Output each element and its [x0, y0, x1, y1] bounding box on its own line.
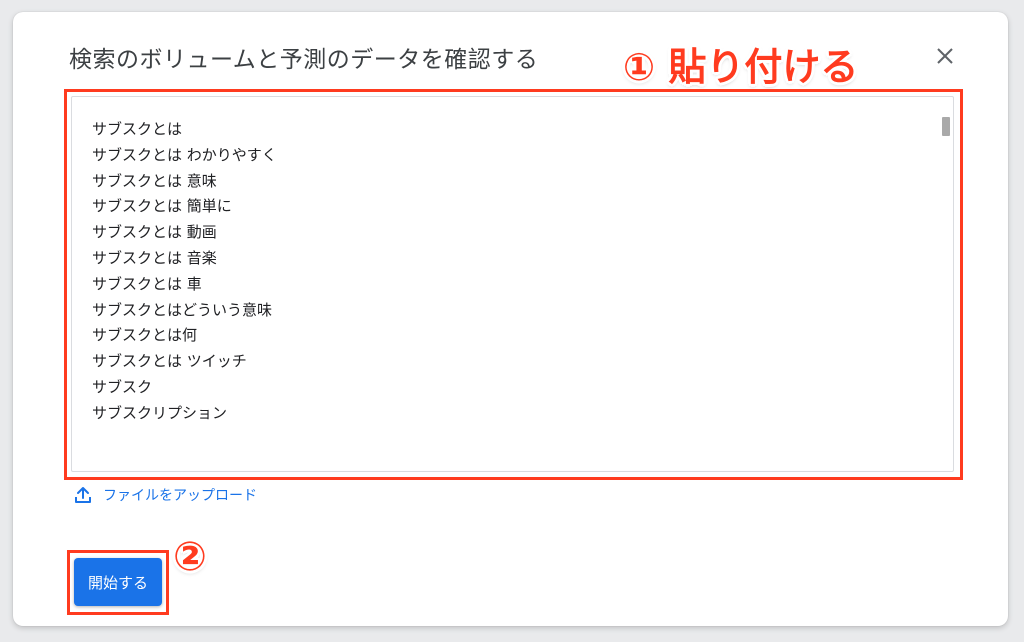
upload-file-label: ファイルをアップロード	[103, 488, 257, 504]
keyword-line: サブスクとは 車	[92, 274, 202, 293]
keyword-line: サブスクとは わかりやすく	[92, 145, 277, 164]
upload-file-link[interactable]: ファイルをアップロード	[73, 484, 257, 506]
annotation-step-2: ②	[173, 534, 207, 580]
keyword-line: サブスクとは 動画	[92, 223, 217, 242]
dialog-title: 検索のボリュームと予測のデータを確認する	[69, 47, 539, 73]
keyword-line: サブスクとは 簡単に	[92, 197, 232, 216]
keyword-line: サブスクとは何	[92, 326, 198, 345]
keywords-text: サブスクとは サブスクとは わかりやすく サブスクとは 意味 サブスクとは 簡単に サブ…	[92, 117, 277, 427]
keyword-line: サブスクとは 意味	[92, 171, 217, 190]
upload-icon	[75, 487, 91, 503]
keyword-line: サブスクとは ツイッチ	[92, 352, 247, 371]
annotation-step-1-paste: ① 貼り付ける	[623, 45, 859, 89]
keyword-line: サブスクとは	[92, 120, 183, 138]
keyword-planner-dialog: 検索のボリュームと予測のデータを確認する ① 貼り付ける サブスクとは サブスクと…	[13, 12, 1008, 626]
textarea-scrollbar[interactable]	[942, 117, 950, 136]
keyword-line: サブスク	[92, 377, 153, 396]
start-button[interactable]: 開始する	[74, 558, 162, 606]
keyword-line: サブスクとはどういう意味	[92, 300, 273, 319]
keyword-line: サブスクリプション	[92, 403, 228, 422]
keyword-line: サブスクとは 音楽	[92, 248, 217, 267]
keywords-textarea[interactable]: サブスクとは サブスクとは わかりやすく サブスクとは 意味 サブスクとは 簡単に サブ…	[71, 96, 954, 472]
close-icon[interactable]	[931, 42, 959, 70]
